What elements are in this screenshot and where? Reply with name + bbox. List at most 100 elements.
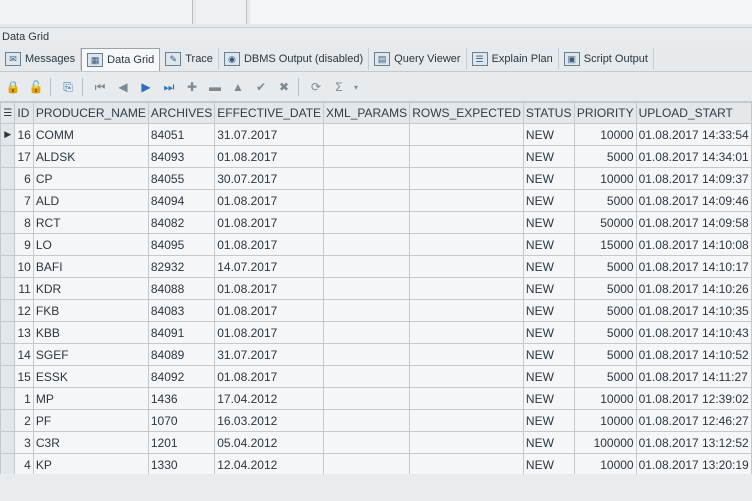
cell-rows-expected[interactable] [409, 409, 524, 432]
cell-upload-start[interactable]: 01.08.2017 14:10:26 [635, 277, 752, 300]
cell-id[interactable]: 8 [14, 211, 34, 234]
row-indicator[interactable]: ▶ [0, 123, 16, 146]
table-row[interactable]: 10 BAFI 82932 14.07.2017 NEW 5000 01.08.2017 1… [0, 255, 752, 278]
cell-rows-expected[interactable] [409, 365, 524, 388]
cell-producer-name[interactable]: BAFI [32, 255, 149, 278]
cell-upload-start[interactable]: 01.08.2017 13:20:19 [635, 453, 752, 476]
cell-archives[interactable]: 1436 [147, 387, 216, 410]
cell-id[interactable]: 11 [14, 277, 34, 300]
cell-producer-name[interactable]: PF [32, 409, 149, 432]
cell-priority[interactable]: 5000 [573, 299, 637, 322]
cell-xml-params[interactable] [323, 277, 411, 300]
cell-xml-params[interactable] [323, 387, 411, 410]
tab-explain-plan[interactable]: ☰ Explain Plan [467, 48, 559, 70]
prior-record-icon[interactable]: ◀ [113, 77, 133, 97]
cell-upload-start[interactable]: 01.08.2017 14:09:58 [635, 211, 752, 234]
cell-producer-name[interactable]: MP [32, 387, 149, 410]
export-icon[interactable]: ⎘ [58, 77, 78, 97]
cell-producer-name[interactable]: KP [32, 453, 149, 476]
cell-rows-expected[interactable] [409, 431, 524, 454]
table-row[interactable]: 4 KP 1330 12.04.2012 NEW 10000 01.08.2017 13:2… [0, 453, 752, 476]
cell-rows-expected[interactable] [409, 211, 524, 234]
cell-producer-name[interactable]: ALDSK [32, 145, 149, 168]
cell-xml-params[interactable] [323, 453, 411, 476]
cell-archives[interactable]: 84092 [147, 365, 216, 388]
cell-effective-date[interactable]: 16.03.2012 [214, 409, 325, 432]
cell-archives[interactable]: 84088 [147, 277, 216, 300]
cell-xml-params[interactable] [323, 343, 411, 366]
cell-archives[interactable]: 84083 [147, 299, 216, 322]
cell-status[interactable]: NEW [522, 365, 575, 388]
cell-upload-start[interactable]: 01.08.2017 14:09:37 [635, 167, 752, 190]
column-header-producer-name[interactable]: PRODUCER_NAME [32, 102, 149, 124]
column-header-status[interactable]: STATUS [522, 102, 575, 124]
cell-status[interactable]: NEW [522, 189, 575, 212]
cell-priority[interactable]: 100000 [573, 431, 637, 454]
cell-priority[interactable]: 50000 [573, 211, 637, 234]
cell-status[interactable]: NEW [522, 343, 575, 366]
cell-status[interactable]: NEW [522, 211, 575, 234]
cell-effective-date[interactable]: 01.08.2017 [214, 211, 325, 234]
insert-record-icon[interactable]: ✚ [182, 77, 202, 97]
cell-rows-expected[interactable] [409, 167, 524, 190]
cell-archives[interactable]: 84055 [147, 167, 216, 190]
cell-archives[interactable]: 84095 [147, 233, 216, 256]
cell-priority[interactable]: 5000 [573, 277, 637, 300]
column-header-archives[interactable]: ARCHIVES [147, 102, 216, 124]
cell-upload-start[interactable]: 01.08.2017 14:34:01 [635, 145, 752, 168]
cell-id[interactable]: 1 [14, 387, 34, 410]
table-row[interactable]: 13 KBB 84091 01.08.2017 NEW 5000 01.08.2017 14… [0, 321, 752, 344]
cell-rows-expected[interactable] [409, 255, 524, 278]
cell-status[interactable]: NEW [522, 431, 575, 454]
table-row[interactable]: 17 ALDSK 84093 01.08.2017 NEW 5000 01.08.2017 … [0, 145, 752, 168]
unlock-icon[interactable]: 🔓 [26, 77, 46, 97]
cell-producer-name[interactable]: KDR [32, 277, 149, 300]
cell-id[interactable]: 14 [14, 343, 34, 366]
cell-producer-name[interactable]: LO [32, 233, 149, 256]
table-row[interactable]: 1 MP 1436 17.04.2012 NEW 10000 01.08.2017 12:3… [0, 387, 752, 410]
cell-xml-params[interactable] [323, 299, 411, 322]
cell-producer-name[interactable]: C3R [32, 431, 149, 454]
column-header-rows-expected[interactable]: ROWS_EXPECTED [409, 102, 524, 124]
table-row[interactable]: 6 CP 84055 30.07.2017 NEW 10000 01.08.2017 14:… [0, 167, 752, 190]
row-indicator[interactable] [0, 277, 16, 300]
cell-status[interactable]: NEW [522, 387, 575, 410]
cell-effective-date[interactable]: 31.07.2017 [214, 343, 325, 366]
tab-script-output[interactable]: ▣ Script Output [559, 48, 654, 70]
delete-record-icon[interactable]: ▬ [205, 77, 225, 97]
lock-icon[interactable]: 🔒 [3, 77, 23, 97]
cell-rows-expected[interactable] [409, 233, 524, 256]
cell-priority[interactable]: 10000 [573, 123, 637, 146]
row-indicator-header[interactable]: ☰ [0, 102, 16, 124]
cell-priority[interactable]: 5000 [573, 321, 637, 344]
cell-priority[interactable]: 10000 [573, 453, 637, 476]
table-row[interactable]: 9 LO 84095 01.08.2017 NEW 15000 01.08.2017 14:… [0, 233, 752, 256]
table-row[interactable]: 3 C3R 1201 05.04.2012 NEW 100000 01.08.2017 13… [0, 431, 752, 454]
cell-priority[interactable]: 5000 [573, 255, 637, 278]
cell-producer-name[interactable]: FKB [32, 299, 149, 322]
post-edit-icon[interactable]: ▲ [228, 77, 248, 97]
table-row[interactable]: 12 FKB 84083 01.08.2017 NEW 5000 01.08.2017 14… [0, 299, 752, 322]
cell-id[interactable]: 12 [14, 299, 34, 322]
cell-effective-date[interactable]: 01.08.2017 [214, 365, 325, 388]
cell-effective-date[interactable]: 01.08.2017 [214, 299, 325, 322]
cell-status[interactable]: NEW [522, 145, 575, 168]
cell-effective-date[interactable]: 01.08.2017 [214, 277, 325, 300]
cell-xml-params[interactable] [323, 145, 411, 168]
cell-upload-start[interactable]: 01.08.2017 14:09:46 [635, 189, 752, 212]
cell-status[interactable]: NEW [522, 233, 575, 256]
cell-effective-date[interactable]: 30.07.2017 [214, 167, 325, 190]
cell-effective-date[interactable]: 31.07.2017 [214, 123, 325, 146]
cell-rows-expected[interactable] [409, 277, 524, 300]
cell-xml-params[interactable] [323, 365, 411, 388]
cell-status[interactable]: NEW [522, 277, 575, 300]
editor-pane-left[interactable] [0, 0, 193, 24]
cell-id[interactable]: 17 [14, 145, 34, 168]
sum-icon[interactable]: Σ [329, 77, 349, 97]
cell-archives[interactable]: 84094 [147, 189, 216, 212]
tab-trace[interactable]: ✎ Trace [160, 48, 219, 70]
cell-producer-name[interactable]: RCT [32, 211, 149, 234]
cell-upload-start[interactable]: 01.08.2017 12:39:02 [635, 387, 752, 410]
cell-priority[interactable]: 15000 [573, 233, 637, 256]
tab-data-grid[interactable]: ▦ Data Grid [81, 47, 161, 71]
